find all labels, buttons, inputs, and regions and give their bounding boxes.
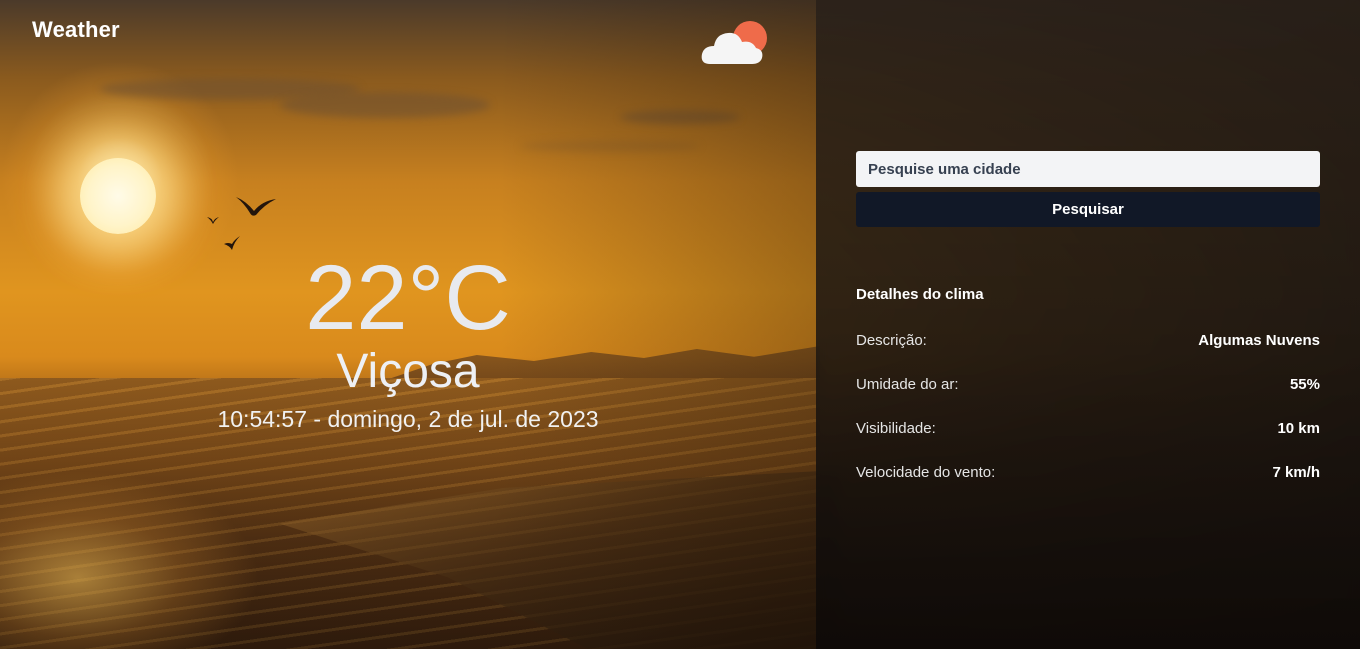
detail-label: Velocidade do vento: bbox=[856, 463, 996, 481]
detail-label: Visibilidade: bbox=[856, 419, 936, 437]
search-button[interactable]: Pesquisar bbox=[856, 192, 1320, 227]
detail-row-visibility: Visibilidade: 10 km bbox=[856, 417, 1320, 439]
detail-value: 55% bbox=[1289, 375, 1320, 393]
detail-value: 10 km bbox=[1277, 419, 1320, 437]
detail-label: Descrição: bbox=[856, 331, 927, 349]
city-name: Viçosa bbox=[336, 345, 480, 398]
date-time: 10:54:57 - domingo, 2 de jul. de 2023 bbox=[217, 406, 599, 432]
details-title: Detalhes do clima bbox=[856, 286, 984, 303]
side-panel: Pesquisar Detalhes do clima Descrição: A… bbox=[816, 0, 1360, 649]
bird-icon bbox=[234, 193, 278, 227]
detail-row-wind-speed: Velocidade do vento: 7 km/h bbox=[856, 461, 1320, 483]
weather-app: Weather 22°C Viçosa 10:54:57 - domingo, … bbox=[0, 0, 1360, 649]
app-brand: Weather bbox=[32, 17, 120, 42]
detail-row-humidity: Umidade do ar: 55% bbox=[856, 373, 1320, 395]
city-search-input[interactable] bbox=[856, 151, 1320, 187]
cloud-sun-icon bbox=[700, 18, 770, 66]
detail-row-description: Descrição: Algumas Nuvens bbox=[856, 329, 1320, 351]
detail-value: 7 km/h bbox=[1272, 463, 1320, 481]
bird-icon bbox=[206, 210, 220, 230]
sun bbox=[80, 158, 156, 234]
detail-value: Algumas Nuvens bbox=[1198, 331, 1320, 349]
current-weather: 22°C Viçosa 10:54:57 - domingo, 2 de jul… bbox=[180, 248, 636, 434]
temperature: 22°C bbox=[305, 247, 511, 349]
detail-label: Umidade do ar: bbox=[856, 375, 959, 393]
